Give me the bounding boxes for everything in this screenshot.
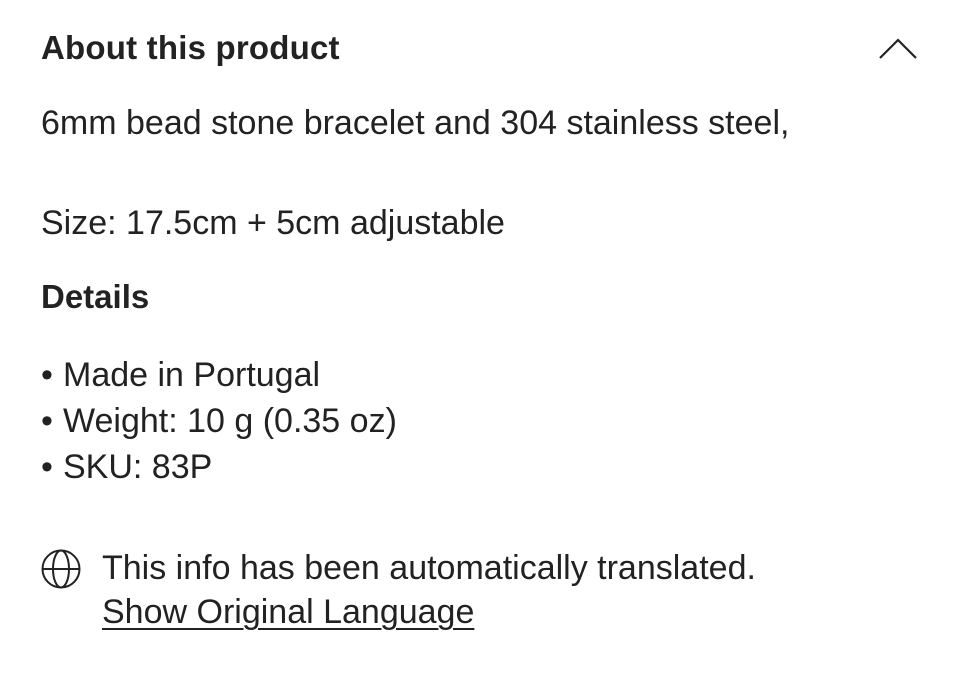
bullet: • — [41, 402, 53, 440]
translation-notice-text: This info has been automatically transla… — [102, 549, 756, 587]
chevron-up-icon[interactable] — [878, 34, 918, 62]
detail-weight: Weight: 10 g (0.35 oz) — [63, 402, 397, 440]
detail-origin: Made in Portugal — [63, 356, 321, 394]
product-description: 6mm bead stone bracelet and 304 stainles… — [41, 104, 790, 242]
section-title: About this product — [41, 29, 340, 66]
bullet: • — [41, 448, 53, 486]
list-item: • Made in Portugal — [41, 352, 397, 398]
globe-icon — [41, 549, 81, 589]
bullet: • — [41, 356, 53, 394]
detail-sku: SKU: 83P — [63, 448, 213, 486]
details-heading: Details — [41, 278, 150, 315]
translation-notice: This info has been automatically transla… — [40, 546, 756, 634]
translation-text-block: This info has been automatically transla… — [102, 546, 756, 634]
details-list: • Made in Portugal • Weight: 10 g (0.35 oz… — [41, 352, 397, 490]
show-original-language-link[interactable]: Show Original Language — [102, 590, 474, 634]
about-product-header[interactable]: About this product — [41, 26, 921, 70]
list-item: • Weight: 10 g (0.35 oz) — [41, 398, 397, 444]
list-item: • SKU: 83P — [41, 444, 397, 490]
